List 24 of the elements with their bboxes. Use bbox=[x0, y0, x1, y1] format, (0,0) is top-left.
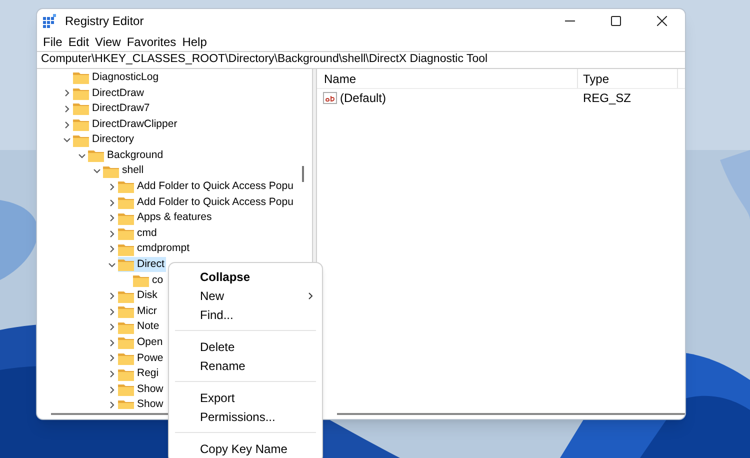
tree-label: Open bbox=[137, 335, 163, 350]
table-cell-text: REG_SZ bbox=[582, 90, 632, 107]
tree-label: DirectDraw7 bbox=[92, 101, 150, 116]
tree-label: Powe bbox=[137, 350, 164, 366]
tree-label: DirectDraw bbox=[92, 86, 144, 101]
tree-label: cmd bbox=[137, 226, 157, 241]
tree-label: Show bbox=[137, 397, 164, 409]
tree-label: DirectDrawClipper bbox=[92, 116, 178, 132]
tree-label: Add Folder to Quick Access Popu bbox=[137, 179, 294, 194]
tree-label: Background bbox=[107, 148, 164, 163]
tree-label: Direct bbox=[137, 257, 164, 272]
tree-label: Show bbox=[137, 382, 164, 397]
tree-label: co bbox=[152, 272, 164, 288]
tree-label: cmdprompt bbox=[137, 241, 190, 256]
tree-label: shell bbox=[122, 163, 144, 178]
tree-label: Regi bbox=[137, 366, 159, 382]
tree-label: Directory bbox=[92, 132, 134, 148]
tree-label: Add Folder to Quick Access Popu bbox=[137, 194, 294, 210]
window-title: Registry Editor bbox=[65, 13, 144, 30]
tree-label: Disk bbox=[137, 288, 158, 304]
tree-label: Apps & features bbox=[137, 210, 212, 226]
tree-label: Note bbox=[137, 319, 160, 334]
tree-label: Micr bbox=[137, 304, 157, 319]
tree-label: DiagnosticLog bbox=[92, 70, 159, 85]
